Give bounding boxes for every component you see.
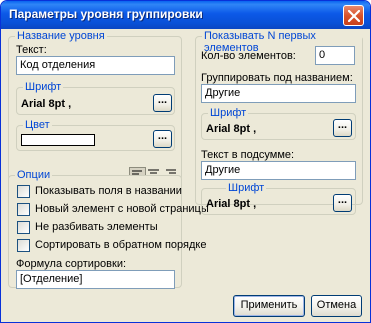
- text-label: Текст:: [16, 44, 47, 56]
- cancel-button[interactable]: Отмена: [311, 295, 362, 317]
- count-input[interactable]: 0: [315, 46, 355, 65]
- close-button[interactable]: [343, 5, 364, 26]
- window-title: Параметры уровня группировки: [9, 7, 203, 21]
- group-name-input[interactable]: Другие: [201, 84, 356, 103]
- options-legend: Опции: [15, 169, 53, 181]
- dialog-window: Параметры уровня группировки Название ур…: [0, 0, 371, 323]
- level-color-button[interactable]: ...: [153, 130, 172, 148]
- top-n-group: Показывать N первых элементов Кол-во эле…: [195, 30, 363, 215]
- checkbox-box[interactable]: [17, 185, 30, 198]
- title-bar: Параметры уровня группировки: [1, 1, 370, 29]
- checkbox-label: Показывать поля в названии: [35, 185, 182, 197]
- top-n-font-group: Шрифт Arial 8pt , ...: [201, 107, 356, 140]
- level-font-value: Arial 8pt ,: [21, 98, 72, 110]
- checkbox-label: Новый элемент с новой страницы: [35, 203, 209, 215]
- level-font-legend: Шрифт: [23, 81, 64, 93]
- subtotal-font-group: Шрифт Arial 8pt , ...: [201, 182, 356, 215]
- checkbox-box[interactable]: [17, 239, 30, 252]
- close-icon: [348, 10, 360, 22]
- checkbox-label: Не разбивать элементы: [35, 221, 158, 233]
- color-swatch[interactable]: [21, 134, 95, 146]
- subtotal-font-button[interactable]: ...: [333, 194, 352, 212]
- sort-formula-label: Формула сортировки:: [16, 258, 127, 270]
- subtotal-font-legend: Шрифт: [226, 182, 267, 194]
- checkbox-box[interactable]: [17, 203, 30, 216]
- top-n-font-legend: Шрифт: [208, 107, 249, 119]
- apply-button[interactable]: Применить: [233, 295, 305, 317]
- sort-formula-input[interactable]: [Отделение]: [16, 270, 175, 289]
- subtotal-label: Текст в подсумме:: [201, 149, 295, 161]
- top-n-font-button[interactable]: ...: [333, 119, 352, 137]
- level-color-legend: Цвет: [23, 119, 52, 131]
- checkbox-label: Сортировать в обратном порядке: [35, 239, 207, 251]
- level-font-group: Шрифт Arial 8pt , ...: [16, 81, 175, 115]
- level-font-button[interactable]: ...: [153, 94, 172, 112]
- dialog-body: Название уровня Текст: Код отделения Шри…: [4, 29, 367, 321]
- level-name-legend: Название уровня: [15, 30, 107, 42]
- checkbox-box[interactable]: [17, 221, 30, 234]
- level-color-group: Цвет ...: [16, 119, 175, 151]
- level-name-group: Название уровня Текст: Код отделения Шри…: [8, 30, 182, 189]
- text-input[interactable]: Код отделения: [16, 56, 175, 75]
- options-group: Опции Показывать поля в названии Новый э…: [8, 169, 209, 289]
- subtotal-input[interactable]: Другие: [201, 161, 356, 180]
- group-name-label: Группировать под названием:: [201, 72, 353, 84]
- top-n-font-value: Arial 8pt ,: [206, 123, 257, 135]
- subtotal-font-value: Arial 8pt ,: [206, 198, 257, 210]
- count-label: Кол-во элементов:: [201, 50, 296, 62]
